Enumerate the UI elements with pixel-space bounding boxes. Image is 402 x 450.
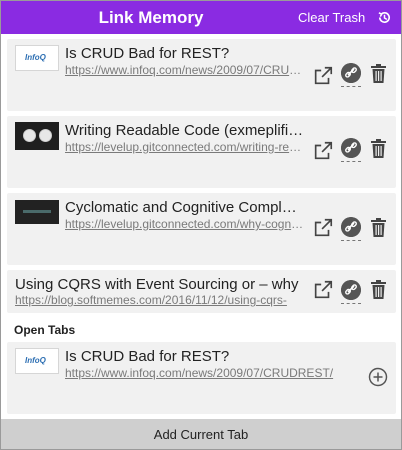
add-tab-icon[interactable] bbox=[368, 367, 388, 387]
trash-icon[interactable] bbox=[370, 218, 387, 238]
link-underline bbox=[341, 303, 361, 304]
saved-link-card[interactable]: Cyclomatic and Cognitive Complexity http… bbox=[7, 193, 396, 265]
link-underline bbox=[341, 240, 361, 241]
restore-history-icon[interactable] bbox=[377, 10, 392, 25]
app-title: Link Memory bbox=[98, 8, 204, 27]
link-underline bbox=[341, 161, 361, 162]
link-thumbnail: InfoQ bbox=[15, 45, 59, 71]
link-url[interactable]: https://levelup.gitconnected.com/writing… bbox=[65, 140, 305, 154]
trash-icon[interactable] bbox=[370, 280, 387, 300]
open-tabs-heading: Open Tabs bbox=[14, 323, 76, 337]
link-title[interactable]: Writing Readable Code (exmeplified with … bbox=[65, 122, 305, 139]
thumbnail-graphic bbox=[23, 210, 51, 213]
copy-link-icon[interactable] bbox=[341, 217, 361, 237]
open-external-icon[interactable] bbox=[312, 140, 334, 162]
link-title[interactable]: Cyclomatic and Cognitive Complexity bbox=[65, 199, 305, 216]
link-url[interactable]: https://levelup.gitconnected.com/why-cog… bbox=[65, 217, 305, 231]
open-tab-card[interactable]: InfoQ Is CRUD Bad for REST? https://www.… bbox=[7, 342, 396, 414]
extension-popup: Link Memory Clear Trash InfoQ Is CRUD Ba… bbox=[0, 0, 402, 450]
saved-link-card[interactable]: InfoQ Is CRUD Bad for REST? https://www.… bbox=[7, 39, 396, 111]
copy-link-icon[interactable] bbox=[341, 63, 361, 83]
open-external-icon[interactable] bbox=[312, 217, 334, 239]
tab-url[interactable]: https://www.infoq.com/news/2009/07/CRUDR… bbox=[65, 366, 345, 380]
link-thumbnail bbox=[15, 122, 59, 150]
link-url[interactable]: https://blog.softmemes.com/2016/11/12/us… bbox=[15, 293, 305, 307]
link-title[interactable]: Is CRUD Bad for REST? bbox=[65, 45, 305, 62]
open-external-icon[interactable] bbox=[312, 279, 334, 301]
glasses-lens bbox=[39, 129, 52, 142]
copy-link-icon[interactable] bbox=[341, 280, 361, 300]
clear-trash-button[interactable]: Clear Trash bbox=[298, 10, 365, 25]
header-bar: Link Memory Clear Trash bbox=[1, 1, 401, 34]
link-title[interactable]: Using CQRS with Event Sourcing or – why bbox=[15, 276, 305, 293]
link-url[interactable]: https://www.infoq.com/news/2009/07/CRUDR… bbox=[65, 63, 305, 77]
trash-icon[interactable] bbox=[370, 139, 387, 159]
copy-link-icon[interactable] bbox=[341, 138, 361, 158]
saved-link-card[interactable]: Using CQRS with Event Sourcing or – why … bbox=[7, 270, 396, 313]
infoq-logo: InfoQ bbox=[25, 356, 46, 365]
link-thumbnail bbox=[15, 200, 59, 224]
glasses-lens bbox=[23, 129, 36, 142]
add-current-tab-button[interactable]: Add Current Tab bbox=[1, 419, 401, 449]
saved-link-card[interactable]: Writing Readable Code (exmeplified with … bbox=[7, 116, 396, 188]
trash-icon[interactable] bbox=[370, 64, 387, 84]
open-external-icon[interactable] bbox=[312, 65, 334, 87]
tab-title[interactable]: Is CRUD Bad for REST? bbox=[65, 348, 345, 365]
link-underline bbox=[341, 86, 361, 87]
tab-thumbnail: InfoQ bbox=[15, 348, 59, 374]
infoq-logo: InfoQ bbox=[25, 53, 46, 62]
